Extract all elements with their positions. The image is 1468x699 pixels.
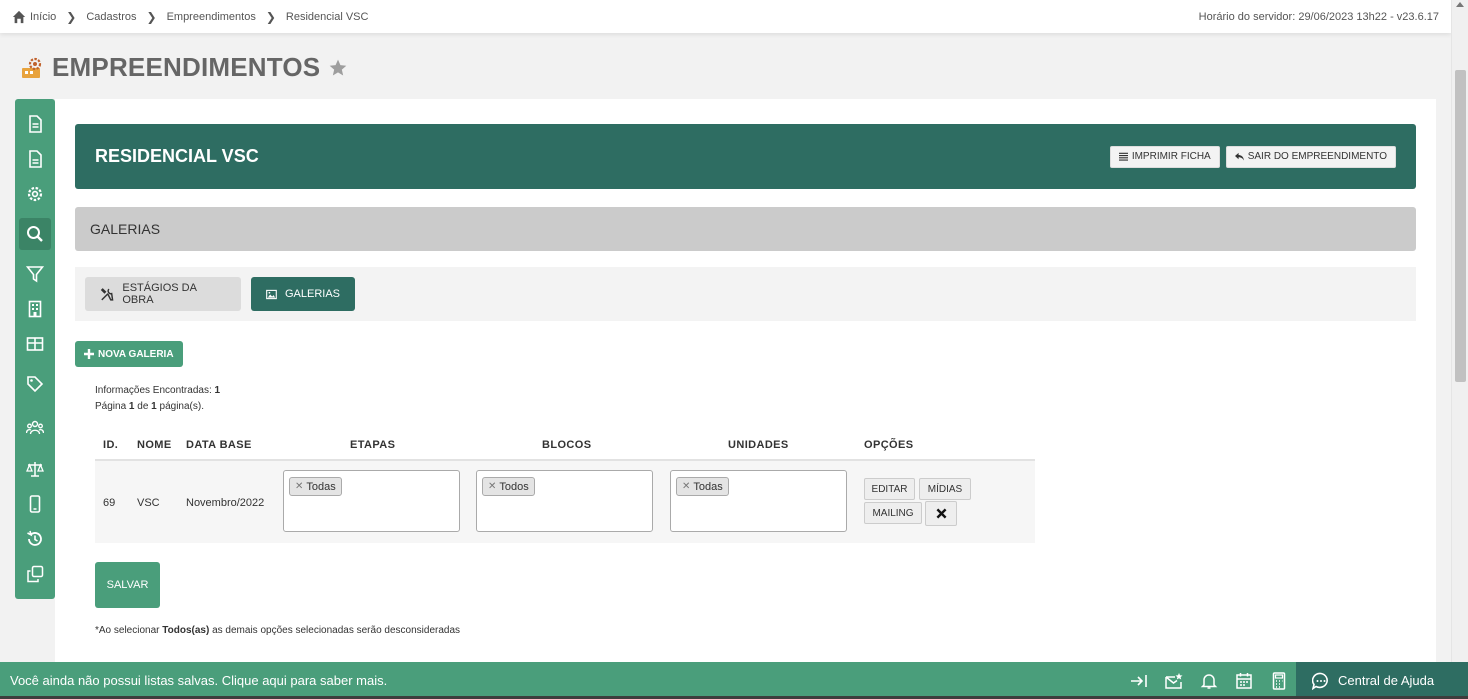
nav-file-icon[interactable] bbox=[19, 143, 51, 175]
page-title-area: EMPREENDIMENTOS bbox=[20, 52, 348, 83]
results-found: Informações Encontradas: 1 bbox=[95, 385, 221, 396]
breadcrumb-label: Início bbox=[30, 10, 57, 23]
reply-arrow-icon bbox=[1234, 152, 1244, 161]
cell-nome: VSC bbox=[137, 497, 160, 509]
mail-star-icon[interactable] bbox=[1156, 662, 1191, 699]
tab-label: GALERIAS bbox=[284, 288, 340, 300]
unidades-chip[interactable]: ✕ Todas bbox=[676, 477, 729, 496]
table-header: ID. NOME DATA BASE ETAPAS BLOCOS UNIDADE… bbox=[95, 431, 1035, 461]
selection-note: *Ao selecionar Todos(as) as demais opçõe… bbox=[95, 625, 461, 636]
side-nav bbox=[15, 99, 55, 599]
tab-estagios-da-obra[interactable]: ESTÁGIOS DA OBRA bbox=[85, 277, 241, 311]
project-title: RESIDENCIAL VSC bbox=[95, 146, 259, 166]
exit-project-button[interactable]: SAIR DO EMPREENDIMENTO bbox=[1225, 145, 1396, 168]
nav-settings-gear-icon[interactable] bbox=[19, 178, 51, 210]
col-data-base: DATA BASE bbox=[186, 439, 252, 451]
print-sheet-label: IMPRIMIR FICHA bbox=[1131, 151, 1211, 162]
section-title: GALERIAS bbox=[75, 207, 1416, 251]
nav-search-icon[interactable] bbox=[19, 218, 51, 250]
etapas-chip[interactable]: ✕ Todas bbox=[289, 477, 342, 496]
chevron-right-icon: ❯ bbox=[66, 9, 77, 24]
footer-bar: Você ainda não possui listas salvas. Cli… bbox=[0, 662, 1468, 699]
favorite-star-icon[interactable] bbox=[328, 58, 348, 78]
remove-x-icon[interactable]: ✕ bbox=[682, 481, 690, 492]
calendar-icon[interactable] bbox=[1226, 662, 1261, 699]
delete-button[interactable] bbox=[925, 501, 957, 526]
bell-icon[interactable] bbox=[1191, 662, 1226, 699]
nav-tag-icon[interactable] bbox=[19, 368, 51, 400]
breadcrumb-item-empreendimentos[interactable]: Empreendimentos bbox=[167, 11, 256, 23]
new-gallery-label: NOVA GALERIA bbox=[98, 348, 174, 360]
tools-icon bbox=[100, 287, 114, 301]
cell-id: 69 bbox=[103, 497, 116, 509]
col-etapas: ETAPAS bbox=[350, 439, 396, 451]
blocos-chip[interactable]: ✕ Todos bbox=[482, 477, 535, 496]
project-header: RESIDENCIAL VSC IMPRIMIR FICHA SAIR DO E… bbox=[75, 124, 1416, 189]
close-x-icon bbox=[936, 508, 946, 519]
tabs-container: ESTÁGIOS DA OBRA GALERIAS bbox=[75, 267, 1416, 321]
print-sheet-button[interactable]: IMPRIMIR FICHA bbox=[1109, 145, 1220, 168]
chevron-right-icon: ❯ bbox=[265, 9, 276, 24]
col-unidades: UNIDADES bbox=[728, 439, 789, 451]
scrollbar[interactable] bbox=[1451, 0, 1468, 662]
col-blocos: BLOCOS bbox=[542, 439, 592, 451]
nav-filter-icon[interactable] bbox=[19, 258, 51, 290]
media-button[interactable]: MÍDIAS bbox=[919, 478, 971, 500]
main-panel: RESIDENCIAL VSC IMPRIMIR FICHA SAIR DO E… bbox=[55, 99, 1436, 662]
breadcrumb-item-current: Residencial VSC bbox=[285, 10, 369, 23]
tab-label: ESTÁGIOS DA OBRA bbox=[122, 282, 197, 306]
plus-icon bbox=[84, 349, 94, 359]
remove-x-icon[interactable]: ✕ bbox=[488, 481, 496, 492]
breadcrumb: Início ❯ Cadastros ❯ Empreendimentos ❯ R… bbox=[12, 10, 368, 24]
list-icon bbox=[1118, 152, 1128, 161]
scroll-thumb[interactable] bbox=[1455, 70, 1466, 382]
page-title: EMPREENDIMENTOS bbox=[52, 52, 321, 82]
top-bar: Início ❯ Cadastros ❯ Empreendimentos ❯ R… bbox=[0, 0, 1451, 33]
nav-building-icon[interactable] bbox=[19, 293, 51, 325]
home-icon bbox=[12, 10, 26, 23]
nav-copy-icon[interactable] bbox=[19, 558, 51, 590]
table-row: 69 VSC Novembro/2022 ✕ Todas ✕ Todos ✕ Toda… bbox=[95, 461, 1035, 543]
exit-project-label: SAIR DO EMPREENDIMENTO bbox=[1247, 151, 1387, 162]
breadcrumb-item-cadastros[interactable]: Cadastros bbox=[86, 11, 136, 23]
cell-data-base: Novembro/2022 bbox=[186, 497, 265, 509]
breadcrumb-item-inicio[interactable]: Início bbox=[12, 10, 56, 24]
save-button[interactable]: SALVAR bbox=[95, 562, 160, 608]
remove-x-icon[interactable]: ✕ bbox=[295, 481, 303, 492]
col-id: ID. bbox=[103, 439, 119, 451]
building-gear-icon bbox=[22, 57, 42, 78]
chevron-right-icon: ❯ bbox=[146, 9, 157, 24]
pagination-info: Página 1 de 1 página(s). bbox=[95, 401, 204, 412]
image-icon bbox=[266, 289, 277, 299]
gallery-table: ID. NOME DATA BASE ETAPAS BLOCOS UNIDADE… bbox=[95, 431, 1035, 543]
col-opcoes: OPÇÕES bbox=[864, 439, 914, 451]
help-center-label: Central de Ajuda bbox=[1338, 673, 1435, 688]
etapas-multiselect[interactable]: ✕ Todas bbox=[283, 470, 460, 532]
calculator-icon[interactable] bbox=[1261, 662, 1296, 699]
nav-table-icon[interactable] bbox=[19, 328, 51, 360]
results-info: Informações Encontradas: 1 Página 1 de 1… bbox=[95, 383, 220, 415]
nav-history-icon[interactable] bbox=[19, 523, 51, 555]
tab-galerias[interactable]: GALERIAS bbox=[251, 277, 355, 311]
new-gallery-button[interactable]: NOVA GALERIA bbox=[75, 341, 183, 367]
edit-button[interactable]: EDITAR bbox=[864, 478, 915, 500]
scroll-up-arrow-icon[interactable] bbox=[1456, 2, 1464, 7]
unidades-multiselect[interactable]: ✕ Todas bbox=[670, 470, 847, 532]
nav-users-icon[interactable] bbox=[19, 412, 51, 444]
saved-lists-message[interactable]: Você ainda não possui listas salvas. Cli… bbox=[0, 673, 1121, 688]
chat-bubble-icon bbox=[1312, 672, 1328, 690]
nav-balance-scale-icon[interactable] bbox=[19, 453, 51, 485]
login-arrow-icon[interactable] bbox=[1121, 662, 1156, 699]
blocos-multiselect[interactable]: ✕ Todos bbox=[476, 470, 653, 532]
help-center-button[interactable]: Central de Ajuda bbox=[1296, 662, 1468, 699]
col-nome: NOME bbox=[137, 439, 172, 451]
server-time: Horário do servidor: 29/06/2023 13h22 - … bbox=[1198, 10, 1439, 23]
nav-mobile-icon[interactable] bbox=[19, 488, 51, 520]
mailing-button[interactable]: MAILING bbox=[864, 502, 922, 524]
nav-document-icon[interactable] bbox=[19, 108, 51, 140]
